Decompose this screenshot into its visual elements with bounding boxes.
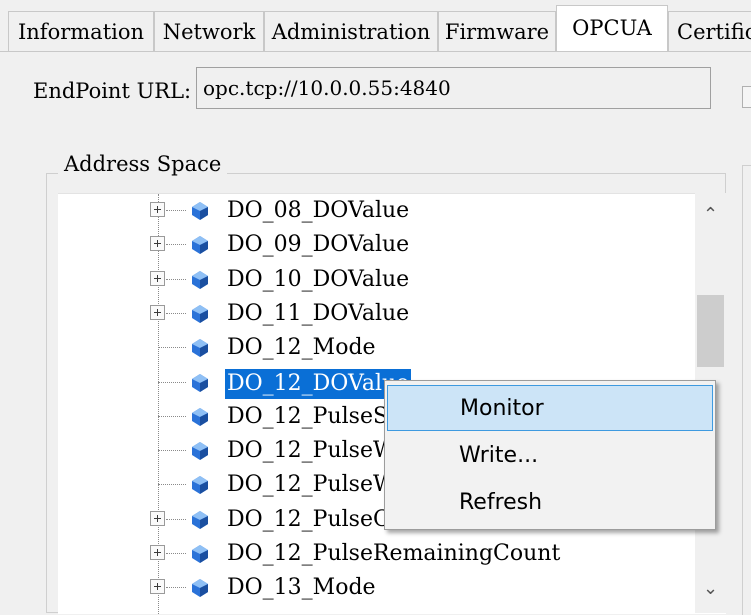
scroll-down-icon[interactable]: ⌄ [695, 569, 726, 609]
tree-node-label[interactable]: DO_11_DOValue [225, 299, 411, 329]
tab-firmware[interactable]: Firmware [438, 11, 556, 51]
address-space-title: Address Space [58, 151, 228, 177]
tree-node-label[interactable]: DO_09_DOValue [225, 230, 411, 260]
tree-connector-line [158, 450, 186, 452]
tree-node-label[interactable]: DO_08_DOValue [225, 196, 411, 226]
context-menu: Monitor Write... Refresh [384, 380, 716, 530]
menu-item-monitor[interactable]: Monitor [387, 385, 713, 431]
tab-network[interactable]: Network [154, 11, 264, 51]
side-panel [742, 165, 751, 615]
tree-connector-line [158, 381, 186, 383]
node-variable-icon [192, 373, 208, 392]
tab-administration[interactable]: Administration [264, 11, 438, 51]
menu-item-refresh[interactable]: Refresh [387, 480, 713, 526]
menu-item-label: Monitor [460, 396, 544, 421]
tree-node-label[interactable]: DO_12_PulseO [225, 505, 393, 535]
tree-node[interactable]: DO_12_PulseRemainingCount [58, 537, 698, 571]
node-variable-icon [192, 442, 208, 461]
tree-connector-line [166, 244, 186, 246]
connect-button[interactable] [742, 86, 751, 108]
tree-node[interactable]: DO_10_DOValue [58, 263, 698, 297]
tree-node-label[interactable]: DO_12_PulseW [225, 436, 398, 466]
menu-item-label: Refresh [459, 490, 543, 515]
node-variable-icon [192, 304, 208, 323]
tab-strip: Information Network Administration Firmw… [0, 0, 751, 52]
tree-node[interactable]: DO_09_DOValue [58, 228, 698, 262]
endpoint-url-label: EndPoint URL: [33, 79, 192, 103]
tree-connector-line [166, 278, 186, 280]
tree-node[interactable]: DO_11_DOValue [58, 297, 698, 331]
tab-certificate[interactable]: Certific [668, 11, 751, 51]
node-variable-icon [192, 236, 208, 255]
node-variable-icon [192, 545, 208, 563]
tree-node-label[interactable]: DO_13_Mode [225, 573, 378, 603]
tree-node-label[interactable]: DO_12_PulseSt [225, 402, 399, 432]
tree-connector-line [158, 484, 186, 486]
expand-plus-icon[interactable] [150, 202, 165, 217]
tree-connector-line [166, 210, 186, 211]
scroll-up-icon[interactable]: ⌃ [695, 195, 726, 235]
tree-connector-line [166, 312, 186, 314]
node-variable-icon [192, 339, 208, 358]
tab-opcua[interactable]: OPCUA [556, 5, 668, 52]
node-variable-icon [192, 407, 208, 426]
tree-connector-line [158, 347, 186, 349]
expand-plus-icon[interactable] [150, 236, 165, 252]
node-variable-icon [192, 579, 208, 598]
node-variable-icon [192, 476, 208, 495]
tree-node-label[interactable]: DO_10_DOValue [225, 265, 411, 295]
tree-node-label[interactable]: DO_12_Mode [225, 333, 378, 363]
tree-node[interactable]: DO_08_DOValue [58, 194, 698, 228]
expand-plus-icon[interactable] [150, 304, 165, 320]
tab-information[interactable]: Information [8, 11, 154, 51]
node-variable-icon [192, 202, 208, 220]
expand-plus-icon[interactable] [150, 579, 165, 595]
scroll-thumb[interactable] [697, 295, 724, 367]
tree-node[interactable]: DO_12_Mode [58, 331, 698, 365]
tree-connector-line [166, 518, 186, 520]
node-variable-icon [192, 270, 208, 289]
expand-plus-icon[interactable] [150, 270, 165, 286]
node-variable-icon [192, 510, 208, 529]
tree-connector-line [166, 553, 186, 554]
tree-node-label[interactable]: DO_12_PulseW [225, 470, 398, 500]
endpoint-url-field[interactable]: opc.tcp://10.0.0.55:4840 [196, 67, 711, 109]
tree-node[interactable]: DO_13_Mode [58, 571, 698, 605]
tree-connector-line [166, 587, 186, 589]
expand-plus-icon[interactable] [150, 510, 165, 526]
menu-item-label: Write... [459, 443, 539, 468]
tree-node-label[interactable]: DO_12_PulseRemainingCount [225, 539, 562, 569]
tree-connector-line [158, 415, 186, 417]
menu-item-write[interactable]: Write... [387, 433, 713, 479]
expand-plus-icon[interactable] [150, 545, 165, 560]
